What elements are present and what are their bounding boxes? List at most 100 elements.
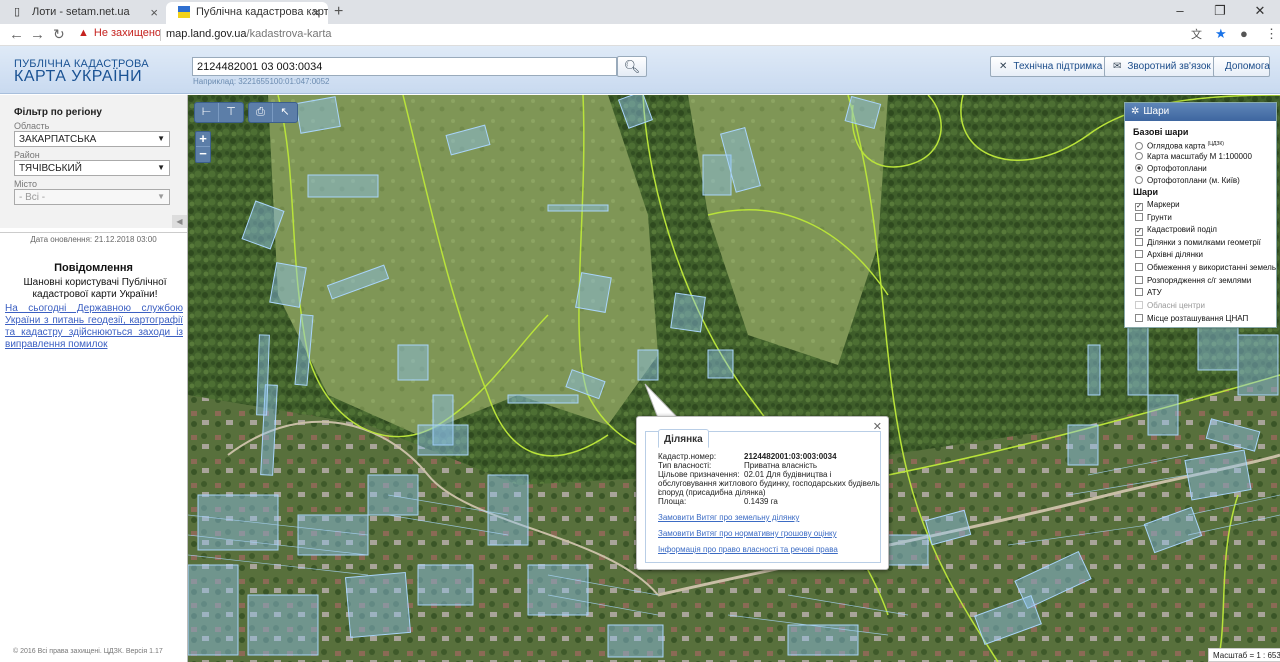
measure-tools: ⊢ ⊤ bbox=[194, 102, 244, 123]
base-layers-title: Базові шари bbox=[1133, 127, 1189, 137]
layer-cnap[interactable]: Місце розташування ЦНАП bbox=[1135, 313, 1248, 324]
identify-cursor-icon[interactable]: ↖ bbox=[273, 103, 297, 122]
forward-icon[interactable]: → bbox=[30, 26, 45, 43]
tools-icon: ✕ bbox=[999, 61, 1008, 72]
raion-label: Район bbox=[14, 150, 40, 160]
divider bbox=[160, 29, 161, 41]
restore-icon[interactable]: ❐ bbox=[1200, 0, 1240, 24]
bookmark-star-icon[interactable]: ★ bbox=[1215, 26, 1227, 42]
copyright: © 2016 Всі права захищені. ЦДЗК. Версія … bbox=[13, 648, 163, 655]
checkbox-disabled bbox=[1135, 301, 1143, 309]
orthophoto-map bbox=[188, 95, 1280, 662]
checkbox bbox=[1135, 238, 1143, 246]
checkbox bbox=[1135, 314, 1143, 322]
layers-title: Шари bbox=[1133, 187, 1159, 197]
parcel-info-panel: Кадастр.номер: 2124482001:03:003:0034 Ти… bbox=[645, 431, 881, 563]
layer-geometry-errors[interactable]: Ділянки з помилками геометрії bbox=[1135, 237, 1261, 248]
layer-restrictions[interactable]: Обмеження у використанні земель bbox=[1135, 262, 1276, 273]
app-header: ПУБЛІЧНА КАДАСТРОВА КАРТА УКРАЇНИ 🔍︎ Нап… bbox=[0, 46, 1280, 94]
support-button[interactable]: ✕ Технічна підтримка bbox=[990, 56, 1112, 77]
field-label: Цільове призначення: bbox=[658, 470, 740, 479]
search-icon: 🔍︎ bbox=[623, 59, 641, 74]
measure-area-icon[interactable]: ⊤ bbox=[219, 103, 243, 122]
layer-cadastral[interactable]: ✓ Кадастровий поділ bbox=[1135, 224, 1217, 236]
print-icon[interactable]: ⎙ bbox=[249, 103, 273, 122]
checkbox-checked: ✓ bbox=[1135, 228, 1143, 236]
map-scale: Масштаб = 1 : 6531 bbox=[1208, 648, 1280, 662]
base-layer-orthophoto[interactable]: Ортофотоплани bbox=[1135, 163, 1207, 174]
misto-select[interactable]: - Всі - ▼ bbox=[14, 189, 170, 205]
radio-off bbox=[1135, 141, 1143, 150]
radio-off bbox=[1135, 176, 1143, 184]
news-text: Шановні користувачі Публічної кадастрово… bbox=[23, 277, 167, 300]
search-button[interactable]: 🔍︎ bbox=[617, 56, 647, 77]
order-valuation-link[interactable]: Замовити Витяг про нормативну грошову оц… bbox=[658, 529, 837, 538]
close-tab-icon[interactable]: × bbox=[150, 5, 158, 20]
checkbox bbox=[1135, 250, 1143, 258]
feedback-button[interactable]: ✉ Зворотний зв'язок bbox=[1104, 56, 1220, 77]
base-layer-100000[interactable]: Карта масштабу М 1:100000 bbox=[1135, 151, 1252, 162]
cadastral-number: 2124482001:03:003:0034 bbox=[744, 452, 837, 461]
tab-title: Лоти - setam.net.ua bbox=[32, 6, 130, 18]
region-filter-panel: Фільтр по регіону Область ЗАКАРПАТСЬКА ▼ … bbox=[0, 95, 187, 228]
radio-on bbox=[1135, 164, 1143, 172]
layer-atu[interactable]: АТУ bbox=[1135, 287, 1162, 298]
oblast-select[interactable]: ЗАКАРПАТСЬКА ▼ bbox=[14, 131, 170, 147]
base-layer-orthophoto-kyiv[interactable]: Ортофотоплани (м. Київ) bbox=[1135, 175, 1240, 186]
layer-archive[interactable]: Архівні ділянки bbox=[1135, 249, 1203, 260]
gear-icon: ✲ bbox=[1131, 106, 1140, 117]
news-link[interactable]: На сьогодні Державною службою України з … bbox=[5, 303, 183, 351]
reload-icon[interactable]: ↻ bbox=[53, 26, 65, 43]
ownership-info-link[interactable]: Інформація про право власності та речові… bbox=[658, 545, 838, 554]
menu-icon[interactable]: ⋮ bbox=[1265, 26, 1278, 42]
browser-tab-setam[interactable]: ▯ Лоти - setam.net.ua × bbox=[2, 2, 166, 24]
cadastral-search-input[interactable] bbox=[192, 57, 617, 76]
filter-title: Фільтр по регіону bbox=[14, 107, 102, 118]
misto-label: Місто bbox=[14, 179, 38, 189]
layer-soils[interactable]: Грунти bbox=[1135, 212, 1172, 223]
close-tab-icon[interactable]: × bbox=[312, 5, 320, 20]
chevron-down-icon: ▼ bbox=[157, 163, 165, 172]
mail-icon: ✉ bbox=[1113, 61, 1122, 72]
back-icon[interactable]: ← bbox=[9, 26, 24, 43]
browser-tab-kadastr[interactable]: Публічна кадастрова карта Укр × bbox=[166, 2, 328, 24]
translate-icon[interactable]: ⽂ bbox=[1191, 26, 1202, 42]
help-button[interactable]: Допомога bbox=[1213, 56, 1270, 77]
search-hint: Наприклад: 3221655100:01:047:0052 bbox=[193, 77, 330, 86]
tab-parcel[interactable]: Ділянка bbox=[658, 429, 709, 448]
zoom-in-button[interactable]: + bbox=[196, 132, 210, 147]
close-window-icon[interactable]: ✕ bbox=[1240, 0, 1280, 24]
zoom-out-button[interactable]: − bbox=[196, 147, 210, 162]
site-logo[interactable]: ПУБЛІЧНА КАДАСТРОВА КАРТА УКРАЇНИ bbox=[14, 58, 149, 85]
measure-distance-icon[interactable]: ⊢ bbox=[195, 103, 219, 122]
order-extract-link[interactable]: Замовити Витяг про земельну ділянку bbox=[658, 513, 799, 522]
layer-agri[interactable]: Розпорядження с/г землями bbox=[1135, 275, 1251, 286]
ownership-type: Приватна власність bbox=[744, 461, 818, 470]
layers-header[interactable]: ✲ Шари bbox=[1125, 103, 1276, 121]
layer-markers[interactable]: ✓ Маркери bbox=[1135, 199, 1180, 211]
map-canvas[interactable] bbox=[188, 95, 1280, 662]
radio-off bbox=[1135, 152, 1143, 160]
warning-icon: ▲ bbox=[78, 27, 89, 39]
zoom-control: + − bbox=[195, 131, 211, 163]
checkbox bbox=[1135, 288, 1143, 296]
chevron-down-icon: ▼ bbox=[157, 192, 165, 201]
ukraine-flag-icon bbox=[178, 6, 190, 19]
base-layer-overview[interactable]: Оглядова карта (ЦДЗК) bbox=[1135, 139, 1224, 151]
minimize-icon[interactable]: – bbox=[1160, 0, 1200, 24]
collapse-sidebar-button[interactable]: ◀ bbox=[172, 215, 187, 228]
chevron-down-icon: ▼ bbox=[157, 134, 165, 143]
page-icon: ▯ bbox=[14, 6, 21, 18]
new-tab-button[interactable]: + bbox=[334, 3, 343, 21]
checkbox bbox=[1135, 276, 1143, 284]
field-label: Кадастр.номер: bbox=[658, 452, 717, 461]
layer-oblast-centers: Обласні центри bbox=[1135, 300, 1205, 311]
purpose-continued: споруд (присадибна ділянка) bbox=[658, 488, 766, 497]
purpose: 02.01 Для будівництва і bbox=[744, 470, 832, 479]
field-label: Тип власності: bbox=[658, 461, 712, 470]
raion-select[interactable]: ТЯЧІВСЬКИЙ ▼ bbox=[14, 160, 170, 176]
profile-icon[interactable]: ● bbox=[1240, 26, 1248, 41]
url-field[interactable]: map.land.gov.ua/kadastrova-karta bbox=[166, 28, 332, 40]
print-tools: ⎙ ↖ bbox=[248, 102, 298, 123]
not-secure-indicator[interactable]: ▲ Не захищено bbox=[78, 27, 161, 39]
